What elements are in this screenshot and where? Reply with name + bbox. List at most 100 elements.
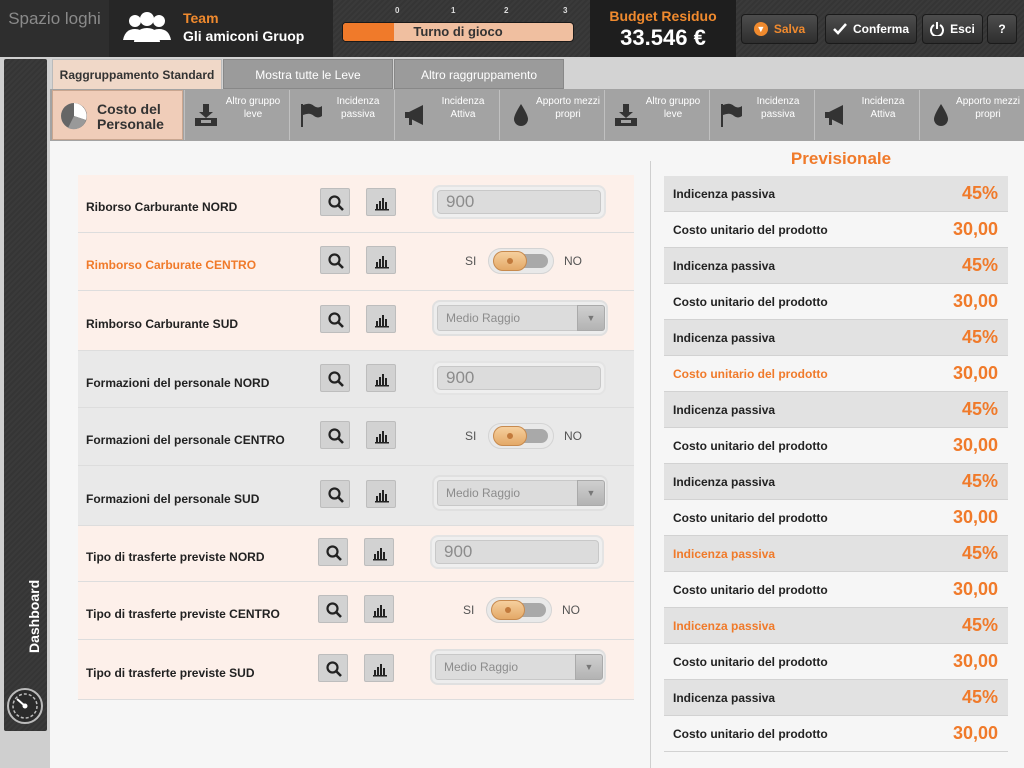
previsionale-row: Costo unitario del prodotto 30,00 — [664, 500, 1008, 536]
range-select[interactable]: Medio Raggio ▼ — [432, 300, 608, 336]
lever-item[interactable]: Apporto mezzi propri — [919, 90, 1023, 140]
range-select-value: Medio Raggio — [437, 480, 579, 506]
toggle-knob[interactable] — [493, 251, 527, 271]
tab-raggruppamento-standard[interactable]: Raggruppamento Standard — [52, 59, 222, 89]
toggle-no-label: NO — [564, 429, 582, 443]
search-icon — [328, 371, 344, 387]
previsionale-row: Costo unitario del prodotto 30,00 — [664, 572, 1008, 608]
lever-main-label: Costo del Personale — [97, 101, 164, 132]
chart-button[interactable] — [366, 305, 396, 333]
tab-bar: Raggruppamento Standard Mostra tutte le … — [50, 57, 1024, 89]
lever-costo-del-personale[interactable]: Costo del Personale — [52, 90, 183, 140]
tab-altro-raggruppamento[interactable]: Altro raggruppamento — [394, 59, 564, 89]
previsionale-label: Indicenza passiva — [673, 187, 776, 201]
previsionale-value: 45% — [961, 255, 998, 275]
lever-item[interactable]: Incidenza Attiva — [814, 90, 918, 140]
chart-button[interactable] — [364, 595, 394, 623]
search-button[interactable] — [320, 480, 350, 508]
chart-button[interactable] — [366, 246, 396, 274]
lever-item[interactable]: Altro gruppo leve — [604, 90, 708, 140]
search-button[interactable] — [320, 305, 350, 333]
previsionale-label: Costo unitario del prodotto — [673, 367, 828, 381]
form-row: Tipo di trasferte previste CENTRO SI NO — [78, 582, 634, 640]
drop-icon — [928, 102, 954, 128]
save-button[interactable]: ▼ Salva — [741, 14, 818, 44]
value-input[interactable]: 900 — [430, 535, 604, 569]
bar-chart-icon — [373, 664, 387, 677]
search-button[interactable] — [320, 246, 350, 274]
chart-button[interactable] — [364, 538, 394, 566]
search-button[interactable] — [318, 654, 348, 682]
dashboard-label[interactable]: Dashboard — [26, 580, 42, 653]
sidebar: Dashboard — [0, 57, 50, 768]
range-select[interactable]: Medio Raggio ▼ — [432, 475, 608, 511]
bar-chart-icon — [375, 315, 389, 328]
previsionale-row: Indicenza passiva 45% — [664, 536, 1008, 572]
form-row: Formazioni del personale CENTRO SI NO — [78, 408, 634, 466]
lever-item[interactable]: Apporto mezzi propri — [499, 90, 603, 140]
previsionale-row: Indicenza passiva 45% — [664, 464, 1008, 500]
lever-item-label: Incidenza Attiva — [441, 96, 485, 120]
previsionale-row: Costo unitario del prodotto 30,00 — [664, 212, 1008, 248]
exit-button[interactable]: Esci — [922, 14, 983, 44]
search-button[interactable] — [318, 595, 348, 623]
app-logo: Spazio loghi — [0, 0, 109, 57]
form-row: Formazioni del personale SUD Medio Raggio… — [78, 466, 634, 526]
form-row: Rimborso Carburate CENTRO SI NO — [78, 233, 634, 291]
form-row: Formazioni del personale NORD 900 — [78, 351, 634, 408]
previsionale-label: Indicenza passiva — [673, 403, 776, 417]
previsionale-label: Indicenza passiva — [673, 475, 776, 489]
check-icon — [833, 23, 847, 35]
previsionale-row: Indicenza passiva 45% — [664, 248, 1008, 284]
value-input[interactable]: 900 — [432, 361, 606, 395]
tab-mostra-tutte-le-leve[interactable]: Mostra tutte le Leve — [223, 59, 393, 89]
lever-item[interactable]: Incidenza passiva — [709, 90, 813, 140]
megaphone-icon — [823, 102, 849, 128]
speedometer-icon[interactable] — [6, 687, 44, 725]
toggle-knob[interactable] — [493, 426, 527, 446]
search-icon — [326, 602, 342, 618]
range-select-value: Medio Raggio — [435, 654, 577, 680]
previsionale-value: 45% — [961, 327, 998, 347]
search-button[interactable] — [320, 188, 350, 216]
range-select[interactable]: Medio Raggio ▼ — [430, 649, 606, 685]
chevron-down-icon[interactable]: ▼ — [577, 480, 605, 506]
help-button[interactable]: ? — [987, 14, 1017, 44]
row-label: Tipo di trasferte previste SUD — [86, 666, 255, 680]
chevron-down-icon[interactable]: ▼ — [575, 654, 603, 680]
previsionale-value: 45% — [961, 399, 998, 419]
chart-button[interactable] — [366, 480, 396, 508]
chart-button[interactable] — [366, 188, 396, 216]
chart-button[interactable] — [366, 421, 396, 449]
previsionale-value: 45% — [961, 471, 998, 491]
budget-panel: Budget Residuo 33.546 € — [590, 0, 736, 57]
bar-chart-icon — [375, 490, 389, 503]
search-button[interactable] — [318, 538, 348, 566]
search-button[interactable] — [320, 364, 350, 392]
lever-item[interactable]: Incidenza Attiva — [394, 90, 498, 140]
toggle-yes-label: SI — [465, 254, 477, 268]
chart-button[interactable] — [364, 654, 394, 682]
confirm-button[interactable]: Conferma — [825, 14, 917, 44]
lever-item[interactable]: Altro gruppo leve — [184, 90, 288, 140]
yes-no-toggle[interactable] — [488, 423, 554, 449]
yes-no-toggle[interactable] — [486, 597, 552, 623]
search-button[interactable] — [320, 421, 350, 449]
turn-tick: 1 — [451, 6, 456, 15]
team-label: Team — [183, 10, 219, 26]
toggle-knob[interactable] — [491, 600, 525, 620]
lever-item[interactable]: Incidenza passiva — [289, 90, 393, 140]
row-label: Formazioni del personale NORD — [86, 376, 270, 390]
search-icon — [328, 428, 344, 444]
previsionale-row: Costo unitario del prodotto 30,00 — [664, 284, 1008, 320]
value-input[interactable]: 900 — [432, 185, 606, 219]
chevron-down-icon[interactable]: ▼ — [577, 305, 605, 331]
save-label: Salva — [773, 22, 806, 36]
yes-no-toggle[interactable] — [488, 248, 554, 274]
chart-button[interactable] — [366, 364, 396, 392]
value-input-text: 900 — [435, 540, 599, 564]
lever-item-label: Apporto mezzi propri — [956, 96, 1020, 120]
previsionale-row: Costo unitario del prodotto 30,00 — [664, 644, 1008, 680]
search-icon — [328, 253, 344, 269]
previsionale-label: Indicenza passiva — [673, 259, 776, 273]
